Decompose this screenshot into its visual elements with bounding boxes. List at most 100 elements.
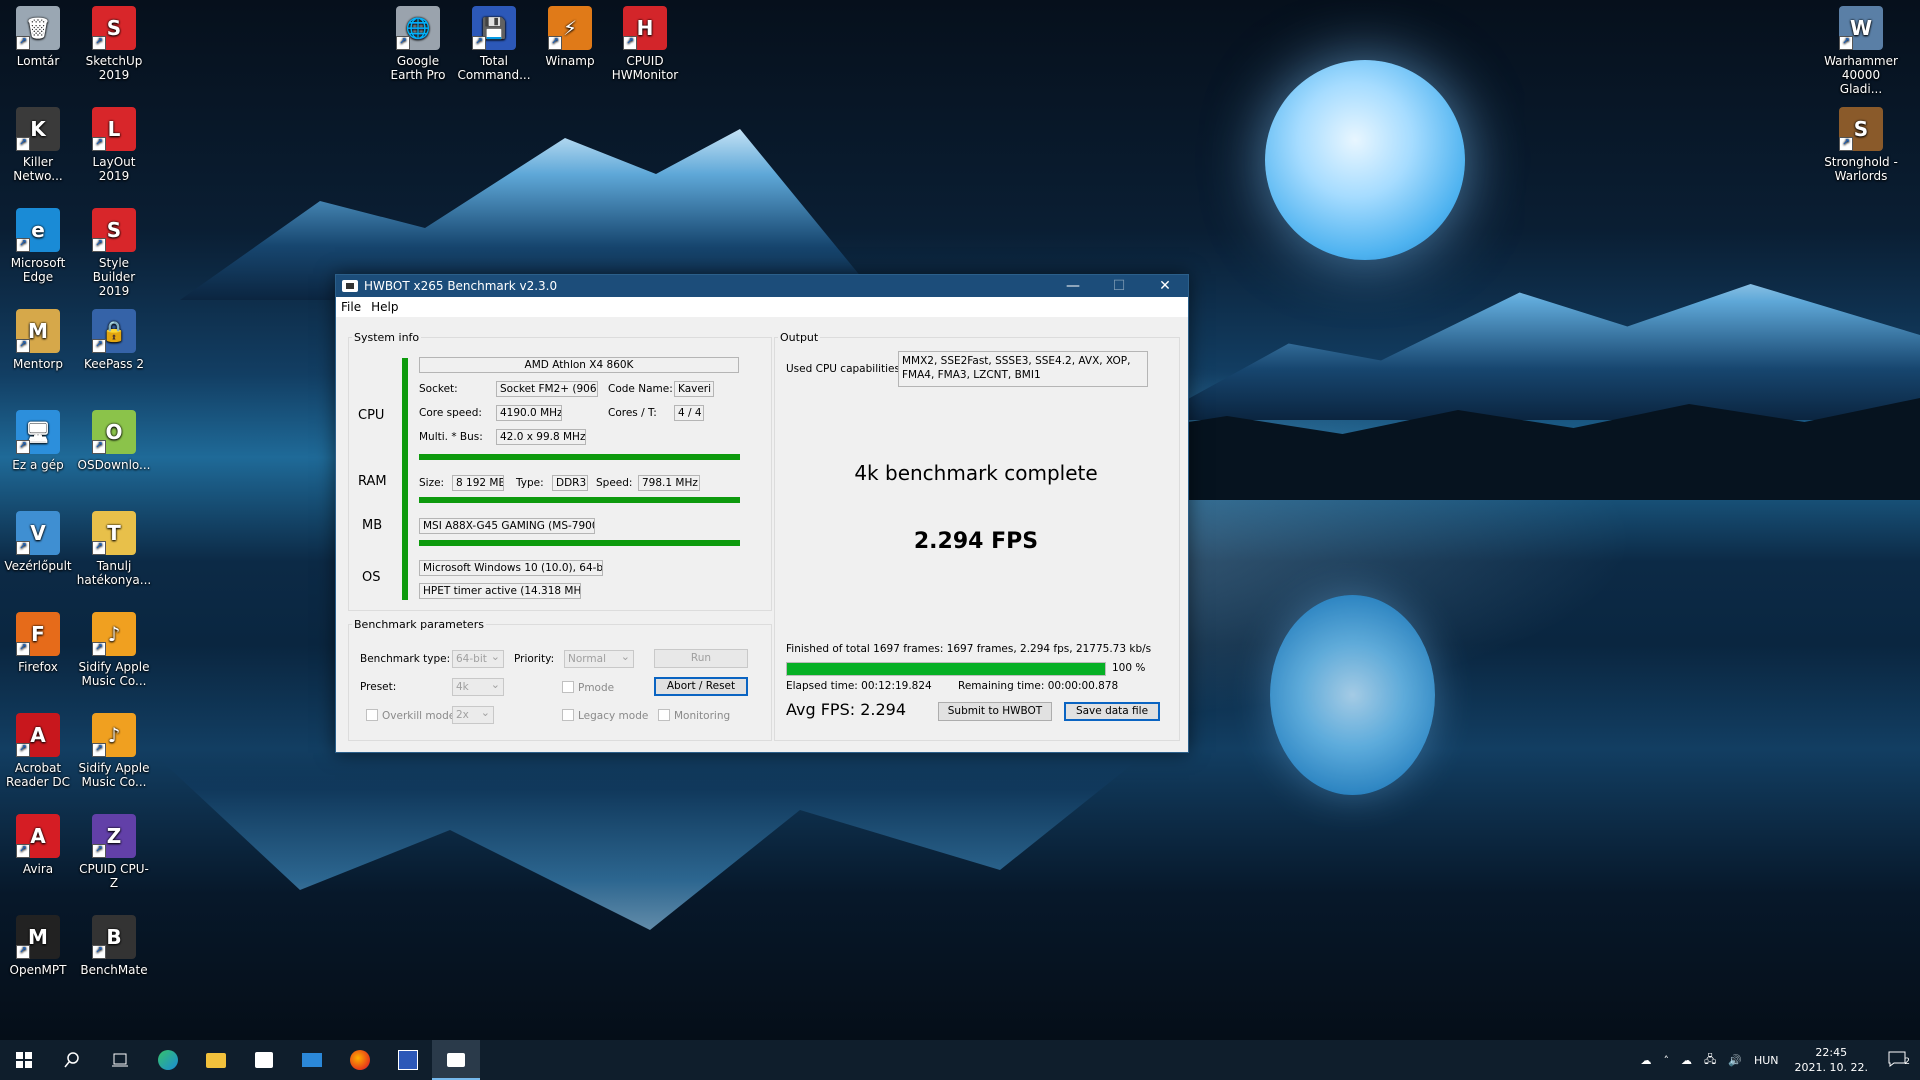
desktop-icon[interactable]: ♪ ↗ Sidify Apple Music Co...: [76, 713, 152, 789]
desktop-icon[interactable]: e ↗ Microsoft Edge: [0, 208, 76, 284]
search-icon[interactable]: [48, 1040, 96, 1080]
menu-bar: File Help: [336, 297, 1188, 317]
progress-fill: [787, 663, 1105, 675]
desktop-icon[interactable]: L ↗ LayOut 2019: [76, 107, 152, 183]
windows-logo-icon: [16, 1052, 32, 1068]
notification-center-icon[interactable]: 2: [1878, 1051, 1920, 1070]
desktop-icon[interactable]: S ↗ SketchUp 2019: [76, 6, 152, 82]
onedrive-icon[interactable]: ☁: [1675, 1054, 1698, 1067]
desktop-icon[interactable]: 🌐 ↗ Google Earth Pro: [380, 6, 456, 82]
desktop-icon[interactable]: 🖥 ↗ Ez a gép: [0, 410, 76, 472]
desktop-icon[interactable]: ⚡ ↗ Winamp: [532, 6, 608, 68]
desktop-icon-label: Tanulj hatékonya...: [76, 559, 152, 587]
preset-select[interactable]: 4k: [452, 677, 504, 696]
shortcut-arrow-icon: ↗: [16, 339, 30, 353]
ram-size-label: Size:: [419, 477, 445, 489]
shortcut-arrow-icon: ↗: [92, 36, 106, 50]
clock[interactable]: 22:45 2021. 10. 22.: [1785, 1045, 1878, 1075]
app-icon: M ↗: [16, 915, 60, 959]
hwbot-taskbar-icon[interactable]: [432, 1040, 480, 1080]
app-icon: S ↗: [1839, 107, 1883, 151]
app-icon: H ↗: [623, 6, 667, 50]
desktop-icon-label: Stronghold - Warlords: [1824, 155, 1898, 183]
pmode-label: Pmode: [578, 682, 615, 694]
ram-type-label: Type:: [516, 477, 544, 489]
desktop-icon[interactable]: 🔒 ↗ KeePass 2: [76, 309, 152, 371]
shortcut-arrow-icon: ↗: [92, 238, 106, 252]
shortcut-arrow-icon: ↗: [16, 238, 30, 252]
app-icon: K ↗: [16, 107, 60, 151]
desktop-icon[interactable]: Z ↗ CPUID CPU-Z: [76, 814, 152, 890]
system-info-vertical-bar: [402, 358, 408, 600]
desktop-icon[interactable]: T ↗ Tanulj hatékonya...: [76, 511, 152, 587]
shortcut-arrow-icon: ↗: [16, 36, 30, 50]
task-view-icon[interactable]: [96, 1040, 144, 1080]
desktop-icon[interactable]: M ↗ OpenMPT: [0, 915, 76, 977]
bench-type-label: Benchmark type:: [360, 653, 451, 665]
bench-type-select[interactable]: 64-bit: [452, 649, 504, 668]
benchmark-progress-bar: [786, 662, 1106, 676]
desktop-icon[interactable]: S ↗ Stronghold - Warlords: [1823, 107, 1899, 183]
pmode-checkbox[interactable]: Pmode: [562, 681, 614, 695]
desktop-icon[interactable]: 🗑 ↗ Lomtár: [0, 6, 76, 68]
maximize-button[interactable]: ☐: [1096, 275, 1142, 297]
monitoring-checkbox[interactable]: Monitoring: [658, 709, 730, 723]
desktop-icon[interactable]: ♪ ↗ Sidify Apple Music Co...: [76, 612, 152, 688]
app-icon: 🗑 ↗: [16, 6, 60, 50]
save-data-file-button[interactable]: Save data file: [1064, 702, 1160, 721]
firefox-taskbar-icon[interactable]: [336, 1040, 384, 1080]
desktop-icon[interactable]: W ↗ Warhammer 40000 Gladi...: [1823, 6, 1899, 96]
overkill-checkbox[interactable]: Overkill mode: [366, 709, 455, 723]
app-icon: A ↗: [16, 814, 60, 858]
run-button[interactable]: Run: [654, 649, 748, 668]
desktop-icon-label: CPUID HWMonitor: [611, 54, 679, 82]
weather-icon[interactable]: ☁: [1634, 1054, 1657, 1067]
abort-reset-button[interactable]: Abort / Reset: [654, 677, 748, 696]
app-icon: M ↗: [16, 309, 60, 353]
desktop-icon[interactable]: H ↗ CPUID HWMonitor: [607, 6, 683, 82]
desktop-icon-label: Sidify Apple Music Co...: [78, 761, 150, 789]
desktop-icon[interactable]: M ↗ Mentorp: [0, 309, 76, 371]
hwbot-window: HWBOT x265 Benchmark v2.3.0 — ☐ ✕ File H…: [335, 274, 1189, 753]
shortcut-arrow-icon: ↗: [92, 642, 106, 656]
desktop-icon[interactable]: A ↗ Avira: [0, 814, 76, 876]
start-button[interactable]: [0, 1040, 48, 1080]
shortcut-arrow-icon: ↗: [623, 36, 637, 50]
edge-taskbar-icon[interactable]: [144, 1040, 192, 1080]
desktop-icon-label: Avira: [22, 862, 54, 876]
network-icon[interactable]: 🖧: [1698, 1051, 1722, 1070]
store-icon[interactable]: [240, 1040, 288, 1080]
overkill-select[interactable]: 2x: [452, 705, 494, 724]
total-commander-taskbar-icon[interactable]: [384, 1040, 432, 1080]
app-icon: W ↗: [1839, 6, 1883, 50]
ram-speed-field: 798.1 MHz: [638, 475, 700, 491]
desktop-icon[interactable]: O ↗ OSDownlo...: [76, 410, 152, 472]
priority-select[interactable]: Normal: [564, 649, 634, 668]
desktop-icon[interactable]: V ↗ Vezérlőpult: [0, 511, 76, 573]
desktop-icon[interactable]: A ↗ Acrobat Reader DC: [0, 713, 76, 789]
language-indicator[interactable]: HUN: [1748, 1054, 1785, 1067]
cpu-name-field: AMD Athlon X4 860K: [419, 357, 739, 373]
menu-help[interactable]: Help: [366, 300, 403, 314]
submit-hwbot-button[interactable]: Submit to HWBOT: [938, 702, 1052, 721]
app-icon: L ↗: [92, 107, 136, 151]
legacy-mode-checkbox[interactable]: Legacy mode: [562, 709, 648, 723]
desktop-icon[interactable]: 💾 ↗ Total Command...: [456, 6, 532, 82]
volume-icon[interactable]: 🔊: [1722, 1054, 1748, 1067]
desktop-icon[interactable]: S ↗ Style Builder 2019: [76, 208, 152, 298]
desktop-icon[interactable]: B ↗ BenchMate: [76, 915, 152, 977]
mail-icon[interactable]: [288, 1040, 336, 1080]
menu-file[interactable]: File: [336, 300, 366, 314]
file-explorer-icon[interactable]: [192, 1040, 240, 1080]
window-titlebar[interactable]: HWBOT x265 Benchmark v2.3.0 — ☐ ✕: [336, 275, 1188, 297]
desktop-icon[interactable]: F ↗ Firefox: [0, 612, 76, 674]
minimize-button[interactable]: —: [1050, 275, 1096, 297]
ram-type-field: DDR3: [552, 475, 588, 491]
close-button[interactable]: ✕: [1142, 275, 1188, 297]
cpu-caps-label: Used CPU capabilities:: [786, 363, 904, 375]
desktop-icon[interactable]: K ↗ Killer Netwo...: [0, 107, 76, 183]
chevron-up-icon[interactable]: ˄: [1657, 1054, 1675, 1067]
remaining-time-text: Remaining time: 00:00:00.878: [958, 680, 1119, 692]
os-field: Microsoft Windows 10 (10.0), 64-bit: [419, 560, 603, 576]
app-icon: ♪ ↗: [92, 713, 136, 757]
